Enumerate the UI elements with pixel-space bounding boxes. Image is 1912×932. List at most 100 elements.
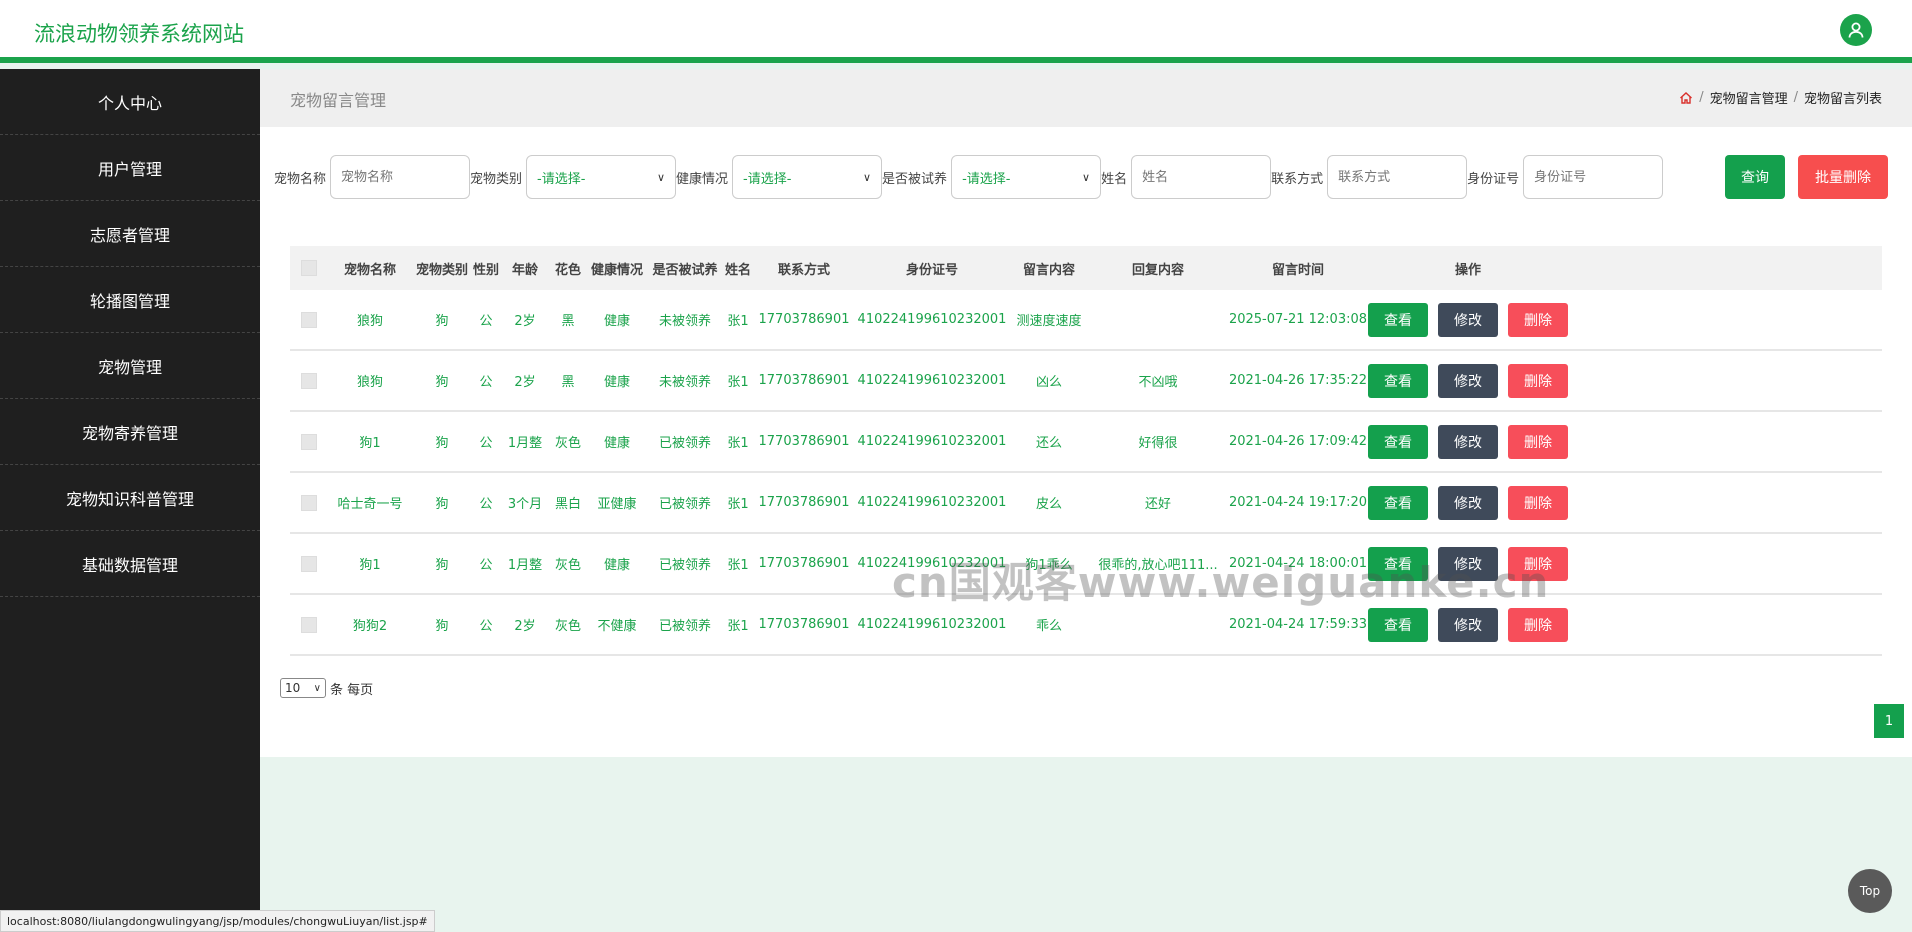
status-bar-url: localhost:8080/liulangdongwulingyang/jsp…: [0, 910, 435, 932]
health-value: -请选择-: [743, 171, 792, 187]
coat-color-cell: 灰色: [554, 619, 581, 634]
back-to-top-button[interactable]: Top: [1848, 869, 1892, 913]
chevron-down-icon: ∨: [656, 170, 666, 184]
watermark: cn国观客www.weiguanke.cn: [892, 558, 1550, 607]
row-checkbox[interactable]: [301, 494, 317, 511]
row-checkbox[interactable]: [301, 311, 317, 328]
id-number-input[interactable]: [1523, 155, 1664, 199]
view-button[interactable]: 查看: [1368, 424, 1428, 459]
sidebar-item-pet-foster[interactable]: 宠物寄养管理: [0, 399, 260, 465]
coat-color-cell: 黑白: [554, 497, 581, 512]
id-number-cell: 410224199610232001: [857, 617, 1007, 632]
row-actions: 查看 修改 删除: [1368, 302, 1568, 337]
delete-button[interactable]: 删除: [1508, 363, 1568, 398]
pet-type-value: -请选择-: [537, 171, 586, 187]
gender-cell: 公: [479, 558, 493, 573]
edit-button[interactable]: 修改: [1438, 607, 1498, 642]
contact-cell: 17703786901: [758, 434, 850, 449]
pet-name-label: 宠物名称: [274, 171, 327, 187]
breadcrumb-bar: 宠物留言管理 / 宠物留言管理 / 宠物留言列表: [260, 69, 1912, 127]
sidebar-item-pet-knowledge[interactable]: 宠物知识科普管理: [0, 465, 260, 531]
name-input[interactable]: [1131, 155, 1272, 199]
message-cell: 测速度速度: [1016, 314, 1082, 329]
table-row: 狗1 狗 公 1月整 灰色 健康 已被领养 张1 17703786901 410224199610…: [290, 412, 1882, 473]
column-header: 操作: [1454, 262, 1481, 278]
pet-type-select[interactable]: -请选择- ∨: [526, 155, 677, 199]
page-number-button[interactable]: 1: [1874, 704, 1904, 738]
row-select-cell: [290, 311, 328, 328]
row-actions: 查看 修改 删除: [1368, 424, 1568, 459]
batch-delete-button[interactable]: 批量删除: [1798, 155, 1888, 199]
sidebar-item-personal-center[interactable]: 个人中心: [0, 69, 260, 135]
row-checkbox[interactable]: [301, 372, 317, 389]
message-cell: 皮么: [1035, 497, 1062, 512]
row-select-cell: [290, 494, 328, 511]
edit-button[interactable]: 修改: [1438, 302, 1498, 337]
sidebar-item-base-data[interactable]: 基础数据管理: [0, 531, 260, 597]
row-checkbox[interactable]: [301, 616, 317, 633]
row-checkbox[interactable]: [301, 433, 317, 450]
trial-select[interactable]: -请选择- ∨: [951, 155, 1102, 199]
trial-value: -请选择-: [962, 171, 1011, 187]
column-header: 花色: [554, 262, 581, 278]
column-header: 留言时间: [1271, 262, 1324, 278]
pet-type-label: 宠物类别: [470, 171, 523, 187]
view-button[interactable]: 查看: [1368, 363, 1428, 398]
id-number-cell: 410224199610232001: [857, 434, 1007, 449]
pet-name-cell: 狼狗: [356, 314, 383, 329]
column-header: 是否被试养: [652, 262, 718, 278]
home-icon[interactable]: [1679, 91, 1693, 105]
column-header: 年龄: [511, 262, 538, 278]
select-all-checkbox[interactable]: [301, 260, 317, 276]
pet-name-cell: 狗1: [359, 436, 381, 451]
user-avatar-button[interactable]: [1840, 14, 1872, 46]
id-number-cell: 410224199610232001: [857, 495, 1007, 510]
view-button[interactable]: 查看: [1368, 302, 1428, 337]
delete-button[interactable]: 删除: [1508, 607, 1568, 642]
adoption-status-cell: 未被领养: [658, 314, 711, 329]
owner-name-cell: 张1: [727, 314, 749, 329]
view-button[interactable]: 查看: [1368, 607, 1428, 642]
contact-cell: 17703786901: [758, 617, 850, 632]
gender-cell: 公: [479, 314, 493, 329]
delete-button[interactable]: 删除: [1508, 424, 1568, 459]
edit-button[interactable]: 修改: [1438, 424, 1498, 459]
name-label: 姓名: [1101, 171, 1128, 187]
edit-button[interactable]: 修改: [1438, 363, 1498, 398]
sidebar-item-carousel[interactable]: 轮播图管理: [0, 267, 260, 333]
table-row: 狼狗 狗 公 2岁 黑 健康 未被领养 张1 17703786901 41022419961023…: [290, 351, 1882, 412]
health-label: 健康情况: [676, 171, 729, 187]
edit-button[interactable]: 修改: [1438, 485, 1498, 520]
message-cell: 还么: [1035, 436, 1062, 451]
message-cell: 凶么: [1035, 375, 1062, 390]
sidebar-item-pets[interactable]: 宠物管理: [0, 333, 260, 399]
age-cell: 2岁: [514, 375, 536, 390]
row-checkbox[interactable]: [301, 555, 317, 572]
age-cell: 1月整: [507, 436, 543, 451]
contact-cell: 17703786901: [758, 495, 850, 510]
sidebar-item-volunteers[interactable]: 志愿者管理: [0, 201, 260, 267]
per-page-text: 条 每页: [330, 682, 374, 698]
select-all-cell: [290, 260, 328, 276]
view-button[interactable]: 查看: [1368, 485, 1428, 520]
age-cell: 1月整: [507, 558, 543, 573]
breadcrumb-separator: /: [1793, 90, 1798, 105]
gender-cell: 公: [479, 375, 493, 390]
contact-cell: 17703786901: [758, 373, 850, 388]
pet-name-input[interactable]: [330, 155, 471, 199]
delete-button[interactable]: 删除: [1508, 485, 1568, 520]
breadcrumb: / 宠物留言管理 / 宠物留言列表: [1679, 88, 1882, 107]
reply-cell: 好得很: [1138, 436, 1178, 451]
breadcrumb-item[interactable]: 宠物留言管理: [1710, 88, 1788, 107]
owner-name-cell: 张1: [727, 375, 749, 390]
query-button[interactable]: 查询: [1725, 155, 1785, 199]
contact-input[interactable]: [1327, 155, 1468, 199]
message-time-cell: 2021-04-26 17:35:22: [1228, 373, 1368, 388]
page-size-select[interactable]: 10 ∨: [280, 678, 326, 698]
user-icon: [1848, 22, 1864, 38]
pet-name-cell: 狼狗: [356, 375, 383, 390]
sidebar-item-users[interactable]: 用户管理: [0, 135, 260, 201]
row-actions: 查看 修改 删除: [1368, 607, 1568, 642]
health-select[interactable]: -请选择- ∨: [732, 155, 883, 199]
delete-button[interactable]: 删除: [1508, 302, 1568, 337]
